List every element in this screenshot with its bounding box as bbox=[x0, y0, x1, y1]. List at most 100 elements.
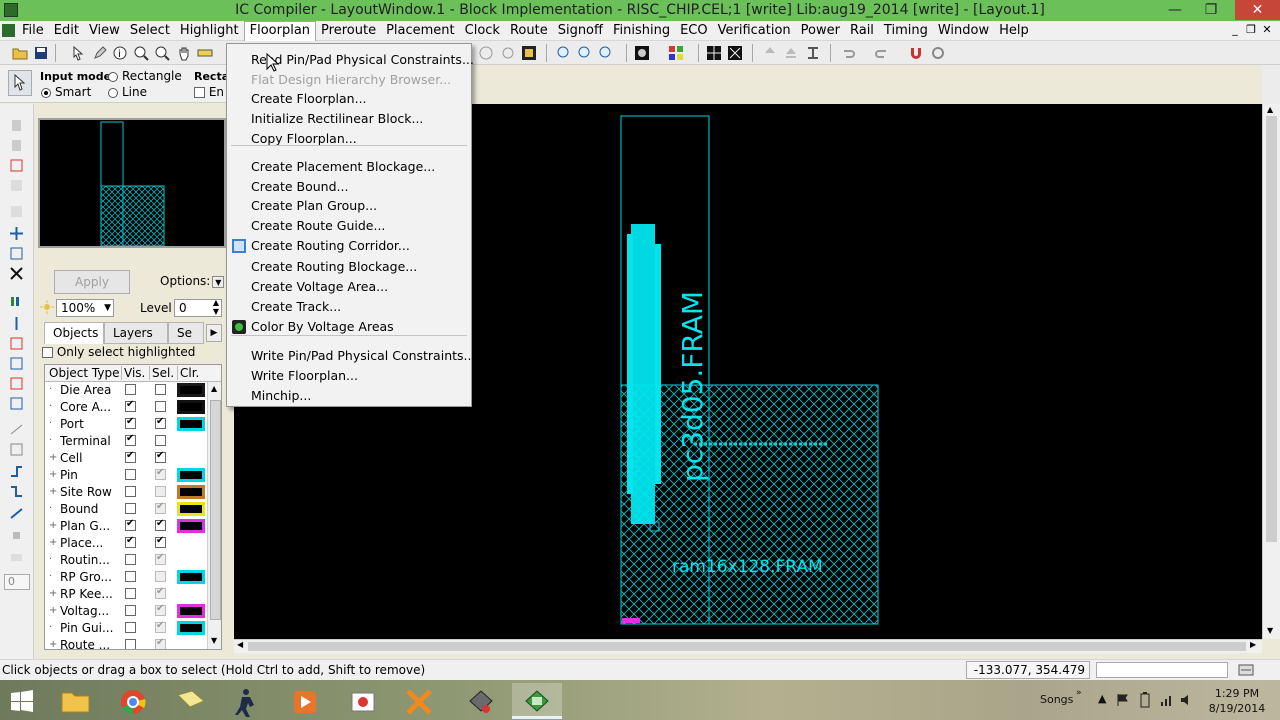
query-icon[interactable]: i bbox=[112, 45, 128, 61]
menu-route[interactable]: Route bbox=[505, 21, 553, 41]
expand-icon[interactable]: + bbox=[49, 588, 59, 599]
clock-time[interactable]: 1:29 PM bbox=[1212, 687, 1262, 700]
table-row[interactable]: + Voltag... bbox=[45, 603, 207, 620]
tool-split-icon[interactable] bbox=[9, 316, 24, 331]
menu-clock[interactable]: Clock bbox=[460, 21, 505, 41]
tool-copy-icon[interactable] bbox=[9, 138, 24, 153]
tool-wire-icon[interactable] bbox=[9, 506, 24, 521]
menu-item-create-track[interactable]: Create Track... bbox=[251, 297, 341, 317]
scroll-up-icon[interactable]: ▲ bbox=[1267, 105, 1273, 114]
scroll-up-icon[interactable]: ▲ bbox=[211, 384, 217, 393]
tool-stretch-icon[interactable] bbox=[9, 178, 24, 193]
selectable-checkbox[interactable] bbox=[155, 535, 166, 548]
fit-view-icon[interactable] bbox=[521, 45, 537, 61]
scroll-right-icon[interactable]: ▶ bbox=[1250, 640, 1256, 649]
tool-move-cross-icon[interactable] bbox=[9, 226, 24, 241]
table-row[interactable]: · Terminal bbox=[45, 433, 207, 450]
menu-item-create-plan-group[interactable]: Create Plan Group... bbox=[251, 196, 377, 216]
menu-power[interactable]: Power bbox=[796, 21, 845, 41]
menu-preroute[interactable]: Preroute bbox=[316, 21, 381, 41]
color-swatch[interactable] bbox=[177, 502, 205, 516]
close-button[interactable]: ✕ bbox=[1235, 0, 1280, 20]
menu-item-create-bound[interactable]: Create Bound... bbox=[251, 177, 348, 197]
visibility-checkbox[interactable] bbox=[125, 605, 136, 616]
table-row[interactable]: · Die Area bbox=[45, 382, 207, 399]
taskbar-explorer[interactable] bbox=[50, 683, 100, 719]
tab-layers[interactable]: Layers bbox=[104, 322, 168, 344]
table-row[interactable]: · Port bbox=[45, 416, 207, 433]
selectable-checkbox[interactable] bbox=[155, 501, 166, 514]
col-vis[interactable]: Vis. bbox=[121, 366, 145, 380]
menu-item-color-by-voltage-areas[interactable]: Color By Voltage Areas bbox=[251, 317, 394, 337]
volume-icon[interactable] bbox=[1180, 693, 1194, 707]
menu-help[interactable]: Help bbox=[994, 21, 1034, 41]
color-swatch[interactable] bbox=[177, 485, 205, 499]
table-row[interactable]: · Bound bbox=[45, 501, 207, 518]
zoom-select[interactable]: 100% ▼ bbox=[56, 299, 114, 317]
visibility-checkbox[interactable] bbox=[125, 535, 136, 548]
taskbar-media[interactable] bbox=[280, 683, 330, 719]
apply-button[interactable]: Apply bbox=[54, 270, 130, 294]
taskbar-ic-tool[interactable] bbox=[456, 683, 506, 719]
tab-settings[interactable]: Se bbox=[168, 322, 204, 344]
move-up-icon[interactable] bbox=[762, 45, 778, 61]
layer-view-icon[interactable] bbox=[634, 45, 650, 61]
selectable-checkbox[interactable] bbox=[155, 586, 166, 599]
pencil-icon[interactable] bbox=[92, 45, 108, 61]
scroll-down-icon[interactable]: ▼ bbox=[1267, 626, 1273, 635]
canvas-vscroll-thumb[interactable] bbox=[1266, 116, 1277, 542]
refresh-icon[interactable] bbox=[930, 45, 946, 61]
ruler-icon[interactable] bbox=[197, 45, 213, 61]
table-row[interactable]: + Pin bbox=[45, 467, 207, 484]
tool-spread-icon[interactable] bbox=[9, 356, 24, 371]
tool-text-icon[interactable] bbox=[9, 550, 24, 565]
color-swatch[interactable] bbox=[177, 519, 205, 533]
tool-bars-icon[interactable] bbox=[9, 294, 24, 309]
menu-item-create-floorplan[interactable]: Create Floorplan... bbox=[251, 89, 367, 109]
taskbar-chrome[interactable] bbox=[108, 683, 158, 719]
zoom-out-2-icon[interactable] bbox=[598, 45, 614, 61]
menu-item-copy-floorplan[interactable]: Copy Floorplan... bbox=[251, 129, 357, 149]
network-icon[interactable] bbox=[1160, 693, 1174, 707]
visibility-checkbox[interactable] bbox=[125, 503, 136, 514]
menu-view[interactable]: View bbox=[84, 21, 125, 41]
move-top-icon[interactable] bbox=[783, 45, 799, 61]
palette-icon[interactable] bbox=[668, 45, 684, 61]
menu-item-initialize-rectilinear-block[interactable]: Initialize Rectilinear Block... bbox=[251, 109, 423, 129]
windows-start-icon[interactable] bbox=[10, 690, 34, 712]
selectable-checkbox[interactable] bbox=[155, 401, 166, 412]
magnet-icon[interactable] bbox=[908, 45, 924, 61]
table-row[interactable]: + Place... bbox=[45, 535, 207, 552]
menu-edit[interactable]: Edit bbox=[49, 21, 84, 41]
zoom-in-icon[interactable] bbox=[133, 45, 149, 61]
selectable-checkbox[interactable] bbox=[155, 552, 166, 565]
tool-path-icon[interactable] bbox=[9, 484, 24, 499]
taskbar-recorder[interactable] bbox=[338, 683, 388, 719]
selectable-checkbox[interactable] bbox=[155, 603, 166, 616]
tab-scroll-right-icon[interactable]: ▶ bbox=[206, 324, 222, 342]
toolbar-tool-2-icon[interactable] bbox=[500, 45, 516, 61]
canvas-horizontal-scrollbar[interactable]: ◀ ▶ bbox=[234, 639, 1262, 653]
select-arrow-icon[interactable] bbox=[70, 45, 86, 61]
visibility-checkbox[interactable] bbox=[125, 554, 136, 565]
selectable-checkbox[interactable] bbox=[155, 450, 166, 463]
menu-floorplan[interactable]: Floorplan bbox=[243, 21, 317, 41]
save-icon[interactable] bbox=[33, 45, 49, 61]
table-row[interactable]: + RP Kee... bbox=[45, 586, 207, 603]
clock-date[interactable]: 8/19/2014 bbox=[1204, 702, 1270, 715]
zoom-fit-icon[interactable] bbox=[556, 45, 572, 61]
scroll-left-icon[interactable]: ◀ bbox=[237, 640, 243, 649]
align-icon[interactable] bbox=[805, 45, 821, 61]
tool-move-icon[interactable] bbox=[9, 118, 24, 133]
grid-icon[interactable] bbox=[706, 45, 722, 61]
selectable-checkbox[interactable] bbox=[155, 637, 166, 649]
color-swatch[interactable] bbox=[177, 604, 205, 618]
expand-icon[interactable]: + bbox=[49, 469, 59, 480]
mdi-restore-button[interactable]: ❐ bbox=[1244, 23, 1258, 36]
menu-item-create-placement-blockage[interactable]: Create Placement Blockage... bbox=[251, 157, 435, 177]
battery-icon[interactable] bbox=[1138, 692, 1152, 708]
menu-item-create-voltage-area[interactable]: Create Voltage Area... bbox=[251, 277, 388, 297]
color-swatch[interactable] bbox=[177, 570, 205, 584]
radio-smart[interactable]: Smart bbox=[41, 85, 91, 99]
visibility-checkbox[interactable] bbox=[125, 469, 136, 480]
